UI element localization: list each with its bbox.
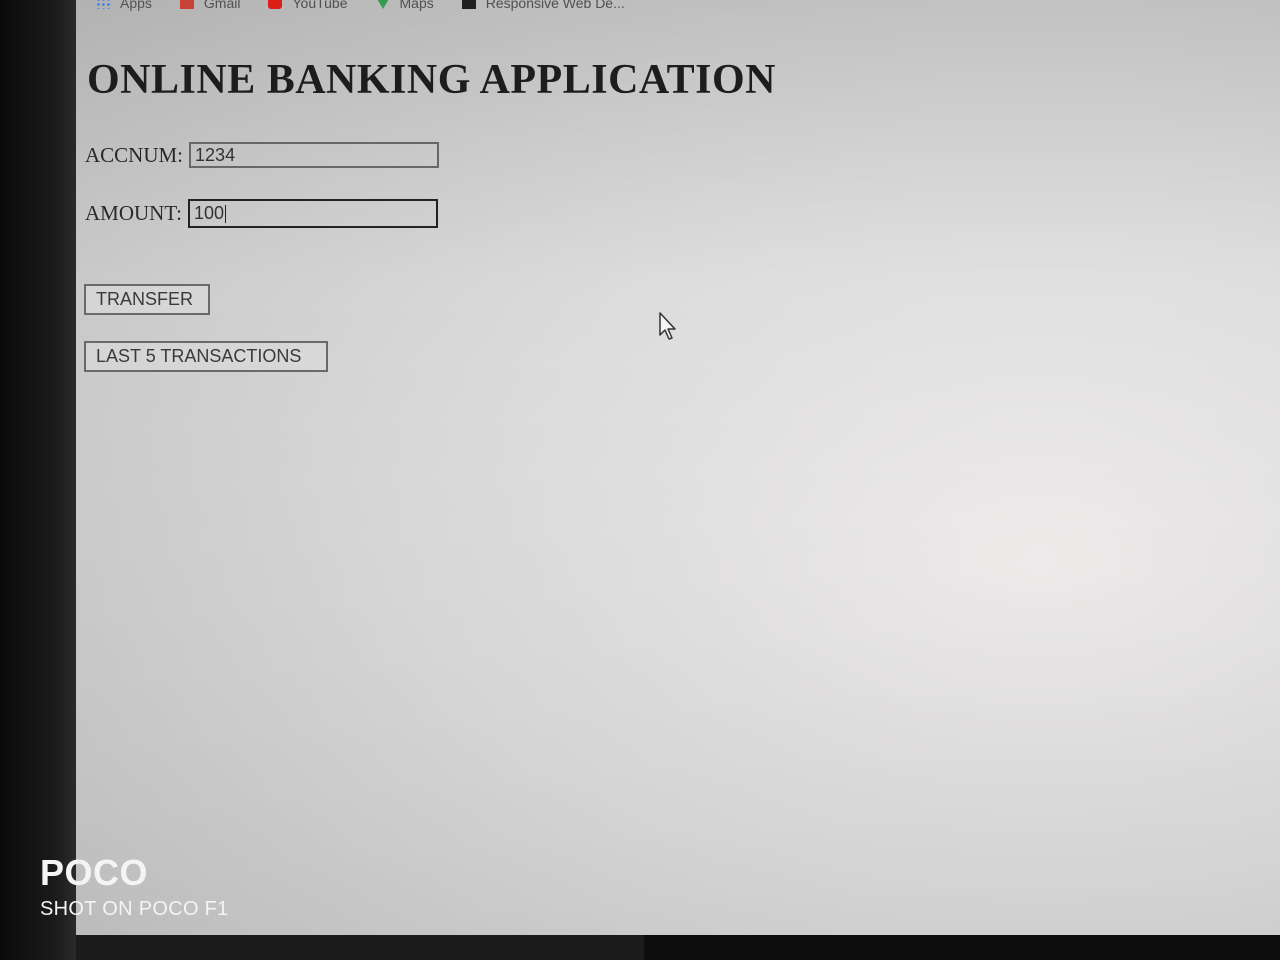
bookmark-label: Maps <box>399 0 434 11</box>
accnum-row: ACCNUM: 1234 <box>85 142 440 168</box>
watermark-brand: POCO <box>40 852 149 893</box>
gmail-icon <box>179 0 194 9</box>
bookmark-label: Apps <box>120 0 152 11</box>
monitor-bezel <box>0 0 76 960</box>
taskbar <box>76 935 1280 960</box>
accnum-value: 1234 <box>195 144 236 165</box>
maps-pin-icon <box>375 0 390 9</box>
amount-row: AMOUNT: 100 <box>85 199 438 228</box>
apps-grid-icon <box>96 0 110 9</box>
bookmark-responsive-web[interactable]: Responsive Web De... <box>461 0 625 11</box>
bookmark-site-icon <box>461 0 476 9</box>
bookmark-maps[interactable]: Maps <box>375 0 434 11</box>
transfer-button[interactable]: TRANSFER <box>84 284 210 315</box>
amount-value: 100 <box>193 203 224 223</box>
camera-watermark: POCO SHOT ON POCO F1 <box>40 852 229 921</box>
accnum-label: ACCNUM: <box>85 142 184 167</box>
amount-input[interactable]: 100 <box>187 199 438 228</box>
bookmark-youtube[interactable]: YouTube <box>268 0 348 11</box>
amount-label: AMOUNT: <box>85 201 182 225</box>
bookmarks-bar: Apps Gmail YouTube Maps Responsive Web D… <box>76 0 1280 14</box>
accnum-input[interactable]: 1234 <box>189 142 440 168</box>
mouse-pointer-icon <box>659 312 676 340</box>
bookmark-label: Gmail <box>203 0 241 11</box>
bookmark-apps[interactable]: Apps <box>96 0 152 11</box>
taskbar-icons-area <box>644 935 1280 960</box>
bookmark-label: YouTube <box>292 0 348 11</box>
text-caret <box>225 204 226 223</box>
bookmark-gmail[interactable]: Gmail <box>179 0 241 11</box>
youtube-icon <box>268 0 283 9</box>
last-5-transactions-button[interactable]: LAST 5 TRANSACTIONS <box>84 341 328 372</box>
page-title: ONLINE BANKING APPLICATION <box>87 57 776 103</box>
bookmark-label: Responsive Web De... <box>485 0 625 11</box>
browser-viewport: Apps Gmail YouTube Maps Responsive Web D… <box>76 0 1280 935</box>
watermark-subtitle: SHOT ON POCO F1 <box>40 898 229 920</box>
